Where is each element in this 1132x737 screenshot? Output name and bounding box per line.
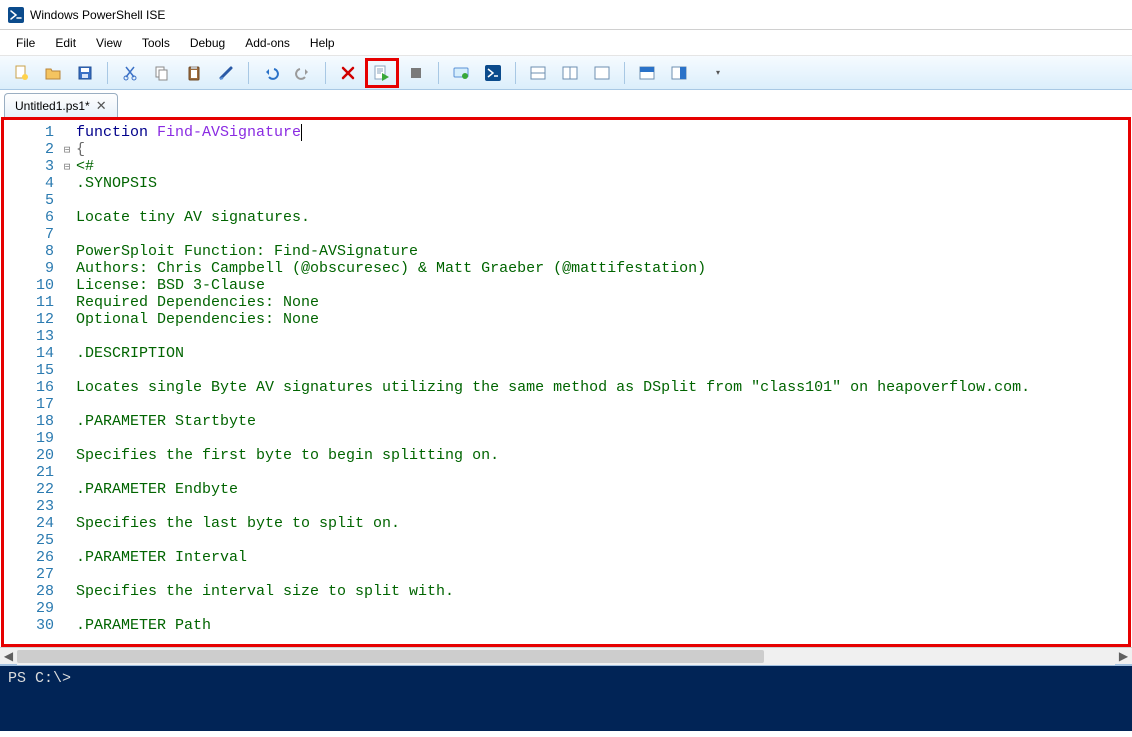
toolbar-separator (248, 62, 249, 84)
remote-icon[interactable] (446, 60, 476, 86)
tab-untitled1[interactable]: Untitled1.ps1* ✕ (4, 93, 118, 117)
show-script-icon[interactable] (632, 60, 662, 86)
titlebar: Windows PowerShell ISE (0, 0, 1132, 30)
menu-tools[interactable]: Tools (132, 33, 180, 53)
show-command-icon[interactable] (664, 60, 694, 86)
stop-icon[interactable] (401, 60, 431, 86)
toolbar-separator (325, 62, 326, 84)
toolbar-separator (624, 62, 625, 84)
new-icon[interactable] (6, 60, 36, 86)
tabbar: Untitled1.ps1* ✕ (0, 90, 1132, 117)
toolbar-separator (107, 62, 108, 84)
stop-red-icon[interactable] (333, 60, 363, 86)
layout-a-icon[interactable] (523, 60, 553, 86)
scroll-track[interactable] (17, 648, 1115, 665)
script-editor[interactable]: 1234567891011121314151617181920212223242… (1, 117, 1131, 647)
layout-c-icon[interactable] (587, 60, 617, 86)
horizontal-scrollbar[interactable]: ◀ ▶ (0, 647, 1132, 664)
clear-icon[interactable] (211, 60, 241, 86)
toolbar-separator (438, 62, 439, 84)
save-icon[interactable] (70, 60, 100, 86)
copy-icon[interactable] (147, 60, 177, 86)
scroll-thumb[interactable] (17, 650, 764, 663)
tab-label: Untitled1.ps1* (15, 99, 90, 113)
powershell-icon[interactable] (478, 60, 508, 86)
undo-icon[interactable] (256, 60, 286, 86)
console-prompt: PS C:\> (8, 670, 71, 687)
powershell-app-icon (8, 7, 24, 23)
menu-help[interactable]: Help (300, 33, 345, 53)
window-title: Windows PowerShell ISE (30, 8, 165, 22)
dropdown-icon[interactable] (696, 60, 726, 86)
tab-close-icon[interactable]: ✕ (96, 98, 107, 114)
menu-view[interactable]: View (86, 33, 132, 53)
redo-icon[interactable] (288, 60, 318, 86)
scroll-left-icon[interactable]: ◀ (0, 648, 17, 665)
scroll-right-icon[interactable]: ▶ (1115, 648, 1132, 665)
console-pane[interactable]: PS C:\> (0, 664, 1132, 731)
toolbar-separator (515, 62, 516, 84)
run-script-icon[interactable] (365, 58, 399, 88)
menu-add-ons[interactable]: Add-ons (235, 33, 300, 53)
paste-icon[interactable] (179, 60, 209, 86)
code-area[interactable]: function Find-AVSignature{<#.SYNOPSIS Lo… (74, 120, 1128, 644)
menu-edit[interactable]: Edit (45, 33, 86, 53)
cut-icon[interactable] (115, 60, 145, 86)
open-icon[interactable] (38, 60, 68, 86)
layout-b-icon[interactable] (555, 60, 585, 86)
toolbar (0, 56, 1132, 90)
menu-debug[interactable]: Debug (180, 33, 235, 53)
fold-column[interactable]: ⊟⊟ (60, 120, 74, 644)
menu-file[interactable]: File (6, 33, 45, 53)
line-gutter: 1234567891011121314151617181920212223242… (4, 120, 60, 644)
menubar: FileEditViewToolsDebugAdd-onsHelp (0, 30, 1132, 56)
